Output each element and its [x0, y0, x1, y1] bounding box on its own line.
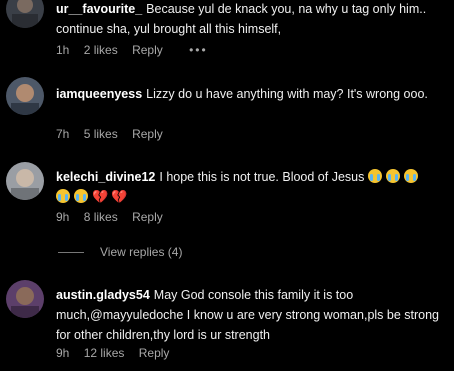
loudly-crying-face-icon — [385, 169, 400, 183]
loudly-crying-face-icon — [367, 169, 382, 183]
view-replies-button[interactable]: View replies (4) — [58, 243, 182, 261]
avatar[interactable] — [6, 77, 44, 115]
broken-heart-icon: 💔 — [92, 189, 109, 204]
loudly-crying-face-icon — [403, 169, 418, 183]
timestamp: 9h — [56, 346, 70, 360]
comment-body: I hope this is not true. Blood of Jesus — [159, 170, 365, 184]
divider — [58, 252, 84, 254]
username[interactable]: kelechi_divine12 — [56, 170, 155, 184]
comment-text: iamqueenyess Lizzy do u have anything wit… — [56, 84, 448, 104]
reply-button[interactable]: Reply — [139, 344, 170, 362]
reply-button[interactable]: Reply — [132, 125, 163, 143]
timestamp: 9h — [56, 210, 70, 224]
comment-text: kelechi_divine12 I hope this is not true.… — [56, 167, 448, 207]
username[interactable]: ur__favourite_ — [56, 2, 142, 16]
more-options-icon[interactable]: ••• — [189, 41, 208, 59]
comment-meta: 7h 5 likes Reply — [56, 125, 174, 143]
comment-meta: 9h 8 likes Reply — [56, 208, 174, 226]
comment-meta: 1h 2 likes Reply ••• — [56, 41, 219, 59]
likes-count[interactable]: 12 likes — [84, 344, 125, 362]
avatar[interactable] — [6, 280, 44, 318]
view-replies-label: View replies (4) — [100, 245, 183, 259]
username[interactable]: iamqueenyess — [56, 87, 142, 101]
comment-meta: 9h 12 likes Reply — [56, 344, 180, 362]
loudly-crying-face-icon — [56, 189, 70, 203]
username[interactable]: austin.gladys54 — [56, 288, 150, 302]
avatar[interactable] — [6, 162, 44, 200]
likes-count[interactable]: 8 likes — [84, 208, 118, 226]
loudly-crying-face-icon — [74, 189, 88, 203]
comment-text: ur__favourite_ Because yul de knack you, … — [56, 0, 448, 39]
likes-count[interactable]: 5 likes — [84, 125, 118, 143]
avatar[interactable] — [6, 0, 44, 28]
timestamp: 1h — [56, 43, 70, 57]
reply-button[interactable]: Reply — [132, 41, 163, 59]
likes-count[interactable]: 2 likes — [84, 41, 118, 59]
comment-body: Lizzy do u have anything with may? It's … — [146, 87, 428, 101]
broken-heart-icon: 💔 — [111, 189, 128, 204]
timestamp: 7h — [56, 127, 70, 141]
reply-button[interactable]: Reply — [132, 208, 163, 226]
comment-text: austin.gladys54 May God console this fami… — [56, 285, 448, 345]
